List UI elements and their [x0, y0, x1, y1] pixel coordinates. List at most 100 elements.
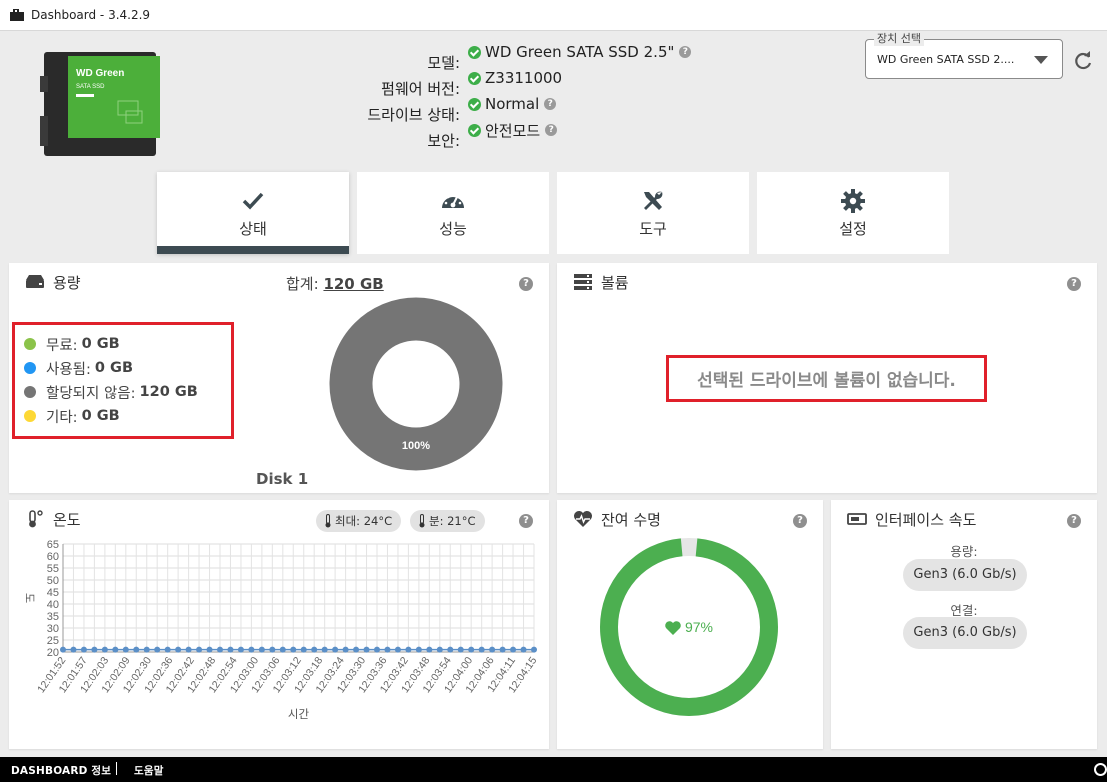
help-icon[interactable]: ? [545, 124, 558, 136]
data-point [206, 646, 213, 653]
tab-label: 설정 [839, 220, 867, 238]
data-point [248, 646, 255, 653]
device-info-value: Normal? [468, 95, 557, 113]
server-icon [574, 274, 592, 290]
data-point [258, 646, 265, 653]
data-point [478, 646, 485, 653]
data-point [164, 646, 171, 653]
tab-performance[interactable]: 성능 [357, 172, 549, 254]
donut-slice-unallocated [329, 297, 503, 471]
device-info-value-text: 안전모드 [485, 121, 541, 140]
data-point [196, 646, 203, 653]
data-point [499, 646, 506, 653]
thermometer-icon [29, 510, 43, 528]
data-point [520, 646, 527, 653]
disk-label: Disk 1 [256, 470, 309, 488]
data-point [122, 646, 129, 653]
data-point [217, 646, 223, 653]
footer-help-link[interactable]: 도움말 [134, 763, 164, 778]
device-info-value-text: Normal [485, 95, 540, 113]
device-info-value: Z3311000 [468, 69, 562, 87]
chevron-down-icon[interactable] [1034, 56, 1048, 64]
device-info-row: 보안: 안전모드? [427, 119, 558, 150]
help-icon[interactable]: ? [679, 46, 692, 58]
temp-max-label: 최대: 24°C [335, 514, 393, 528]
tab-tools[interactable]: 도구 [557, 172, 749, 254]
data-point [154, 646, 161, 653]
device-select-dropdown[interactable]: 장치 선택 WD Green SATA SSD 2.... [865, 32, 1063, 79]
capacity-total-value: 120 GB [323, 275, 384, 293]
heart-icon [665, 621, 681, 635]
capacity-help-icon[interactable]: ? [519, 277, 533, 291]
donut-percent-label: 100% [402, 440, 430, 452]
app-icon [10, 9, 24, 21]
remaining-life-panel: 잔여 수명 ? 97% [557, 500, 823, 749]
device-select-legend: 장치 선택 [874, 32, 924, 46]
window-titlebar: Dashboard - 3.4.2.9 [0, 0, 1107, 31]
footer-about-link[interactable]: DASHBOARD 정보 [11, 763, 111, 778]
speedometer-icon [442, 193, 464, 208]
life-help-icon[interactable]: ? [793, 514, 807, 528]
data-point [374, 646, 380, 653]
data-point [133, 646, 140, 653]
data-point [60, 646, 66, 653]
check-circle-icon [468, 123, 481, 137]
interface-speed-panel: 인터페이스 속도 ? 용량: Gen3 (6.0 Gb/s) 연결: Gen3 … [831, 500, 1097, 749]
help-icon[interactable]: ? [544, 98, 557, 110]
data-point [531, 646, 537, 653]
capacity-total-label: 합계: [286, 275, 319, 293]
temperature-help-icon[interactable]: ? [519, 514, 533, 528]
data-point [426, 646, 433, 653]
data-point [436, 646, 443, 653]
y-tick-label: 60 [47, 551, 59, 563]
data-point [300, 646, 307, 653]
data-point [80, 646, 87, 653]
interface-help-icon[interactable]: ? [1067, 514, 1081, 528]
capacity-total: 합계: 120 GB [286, 273, 384, 294]
device-info-label: 드라이브 상태: [367, 106, 460, 124]
device-info-row: 드라이브 상태: Normal? [367, 93, 557, 124]
data-point [279, 646, 286, 653]
temperature-panel: 온도 최대: 24°C 분: 21°C ? 20 25 30 35 40 45 50 55 60… [9, 500, 549, 749]
data-point [489, 646, 496, 653]
y-tick-label: 55 [47, 563, 59, 575]
temp-max-badge: 최대: 24°C [316, 510, 402, 532]
device-info-label: 펌웨어 버전: [381, 80, 460, 98]
refresh-icon[interactable] [1072, 50, 1094, 72]
data-point [112, 646, 119, 653]
gear-icon [841, 189, 865, 213]
tab-status[interactable]: 상태 [157, 172, 349, 254]
data-point [311, 646, 318, 653]
interface-capacity-value: Gen3 (6.0 Gb/s) [903, 559, 1027, 591]
tab-settings[interactable]: 설정 [757, 172, 949, 254]
data-point [101, 646, 108, 653]
data-point [70, 646, 77, 653]
data-point [321, 646, 328, 653]
device-info-value: WD Green SATA SSD 2.5"? [468, 43, 692, 61]
x-axis-label: 시간 [288, 708, 310, 721]
ssd-label-brand: WD Green [76, 68, 124, 79]
y-axis-label: 도 [23, 593, 35, 603]
life-percent-label: 97% [685, 619, 713, 635]
life-ring-chart: 97% [600, 538, 778, 716]
thermometer-max-icon [325, 514, 331, 528]
data-point [290, 646, 297, 653]
data-point [175, 646, 182, 653]
data-point [415, 646, 422, 653]
copyright-icon [1094, 763, 1107, 776]
y-tick-label: 25 [47, 635, 59, 647]
footer-divider [116, 762, 117, 775]
data-point [342, 646, 349, 653]
tab-label: 상태 [239, 220, 267, 238]
highlight-box-legend [12, 322, 234, 439]
interface-capacity-label: 용량: [950, 544, 978, 559]
y-tick-label: 35 [47, 611, 59, 623]
tab-label: 도구 [639, 220, 667, 238]
volume-panel: 볼륨 ? 선택된 드라이브에 볼륨이 없습니다. [557, 263, 1097, 493]
capacity-panel: 용량 합계: 120 GB ? 무료: 0 GB 사용됨: 0 GB 할당되지 않음: 1… [9, 263, 549, 493]
temp-min-label: 분: 21°C [429, 514, 476, 528]
checkmark-icon [242, 192, 264, 210]
interface-connection-value: Gen3 (6.0 Gb/s) [903, 617, 1027, 649]
volume-help-icon[interactable]: ? [1067, 277, 1081, 291]
highlight-box-volume: 선택된 드라이브에 볼륨이 없습니다. [666, 355, 987, 402]
